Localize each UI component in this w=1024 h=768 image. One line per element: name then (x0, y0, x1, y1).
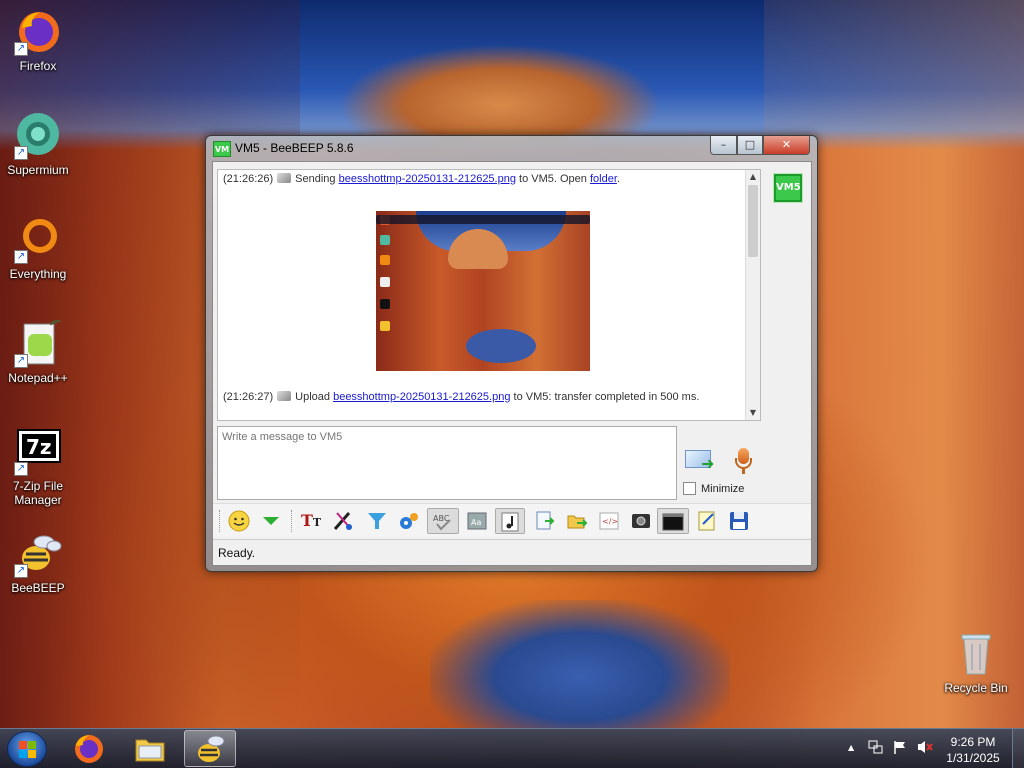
settings-gears-icon[interactable] (395, 508, 423, 534)
wallpaper-water (430, 600, 730, 728)
message-input[interactable] (222, 431, 662, 443)
file-transfer-icon (277, 173, 292, 183)
text-box-icon[interactable]: Aa (463, 508, 491, 534)
voice-message-button[interactable] (733, 446, 755, 474)
message-box[interactable] (217, 426, 677, 500)
users-sidebar: VM5 (765, 162, 811, 502)
green-down-arrow-icon[interactable] (257, 508, 285, 534)
taskbar: ▲ 9:26 PM 1/31/2025 (0, 728, 1024, 768)
recycle-bin-icon (952, 630, 1000, 678)
chat-line-sending: (21:26:26) Sending beesshottmp-20250131-2… (223, 173, 620, 185)
desktop-icon-beebeep[interactable]: ↗ BeeBEEP (0, 530, 76, 595)
minimize-button[interactable]: – (710, 136, 737, 155)
everything-icon: ↗ (14, 216, 62, 264)
toolbar-separator (219, 510, 221, 532)
volume-muted-icon[interactable] (916, 739, 934, 758)
desktop-icon-firefox[interactable]: ↗ Firefox (0, 8, 76, 73)
toolbar-separator (291, 510, 293, 532)
chat-log: (21:26:26) Sending beesshottmp-20250131-2… (217, 169, 761, 421)
scroll-thumb[interactable] (748, 185, 758, 257)
minimize-label: Minimize (701, 483, 745, 495)
send-message-button[interactable]: ➜ (685, 446, 717, 474)
save-icon[interactable] (725, 508, 753, 534)
desktop-icon-label: Notepad++ (8, 371, 68, 385)
code-icon[interactable]: </> (595, 508, 623, 534)
notes-icon[interactable] (693, 508, 721, 534)
emoticon-icon[interactable] (225, 508, 253, 534)
window-client-area: (21:26:26) Sending beesshottmp-20250131-2… (212, 161, 812, 566)
chat-line-upload: (21:26:27) Upload beesshottmp-20250131-21… (223, 391, 699, 403)
chat-text: Upload (295, 391, 331, 403)
clock-date: 1/31/2025 (946, 751, 1000, 765)
seven-zip-icon: 7z ↗ (14, 428, 62, 476)
svg-text:7z: 7z (26, 435, 52, 459)
color-pen-icon[interactable] (329, 508, 357, 534)
status-bar: Ready. (213, 539, 811, 565)
start-button[interactable] (7, 731, 47, 767)
beebeep-app-icon: VM (213, 141, 231, 157)
chat-timestamp: (21:26:27) (223, 391, 274, 403)
desktop-icon-label: Firefox (19, 59, 57, 73)
file-link[interactable]: beesshottmp-20250131-212625.png (333, 391, 510, 403)
action-center-flag-icon[interactable] (892, 739, 908, 758)
desktop-icon-notepadpp[interactable]: ↗ Notepad++ (0, 318, 76, 385)
send-arrow-icon: ➜ (701, 454, 715, 473)
desktop-icon-supermium[interactable]: ↗ Supermium (0, 112, 76, 177)
title-bar[interactable]: VM VM5 - BeeBEEP 5.8.6 – □ ✕ (206, 136, 817, 160)
scroll-down-icon[interactable]: ▼ (746, 406, 760, 420)
chat-timestamp: (21:26:26) (223, 173, 274, 185)
beebeep-chat-window: VM VM5 - BeeBEEP 5.8.6 – □ ✕ (21:26:26) S… (205, 135, 818, 572)
chat-text: . (616, 173, 620, 185)
show-desktop-button[interactable] (1012, 729, 1024, 768)
screenshot-thumbnail[interactable] (376, 211, 590, 371)
clock-time: 9:26 PM (950, 735, 996, 749)
chat-text: Sending (295, 173, 336, 185)
user-vm5-button[interactable]: VM5 (774, 174, 802, 202)
status-text: Ready. (218, 546, 256, 560)
font-icon[interactable]: TT (297, 508, 325, 534)
bee-icon: ↗ (14, 530, 62, 578)
windows-logo-icon (19, 741, 37, 759)
send-file-icon[interactable] (531, 508, 559, 534)
scroll-up-icon[interactable]: ▲ (746, 170, 760, 184)
taskbar-file-explorer[interactable] (124, 730, 176, 767)
desktop-icon-7zip[interactable]: 7z ↗ 7-Zip File Manager (0, 428, 76, 507)
minimize-checkbox[interactable] (683, 482, 696, 495)
taskbar-beebeep[interactable] (184, 730, 236, 767)
taskbar-firefox[interactable] (62, 730, 114, 767)
notepad-plus-plus-icon: ↗ (14, 318, 62, 368)
network-icon[interactable] (868, 739, 884, 758)
file-link[interactable]: beesshottmp-20250131-212625.png (339, 173, 516, 185)
chat-toolbar: TT ABC Aa </> (213, 503, 811, 537)
music-note-icon[interactable] (495, 508, 525, 534)
filter-icon[interactable] (363, 508, 391, 534)
maximize-button[interactable]: □ (737, 136, 763, 155)
chat-text: to VM5: transfer completed in 500 ms. (513, 391, 700, 403)
file-transfer-icon (277, 391, 292, 401)
window-title: VM5 - BeeBEEP 5.8.6 (235, 141, 354, 155)
chat-text: to VM5. Open (519, 173, 587, 185)
desktop-icon-everything[interactable]: ↗ Everything (0, 216, 76, 281)
spellcheck-icon[interactable]: ABC (427, 508, 459, 534)
desktop-icon-label: BeeBEEP (11, 581, 65, 595)
chat-scrollbar[interactable]: ▲ ▼ (745, 170, 760, 420)
supermium-icon: ↗ (14, 112, 62, 160)
desktop-icon-label: Everything (9, 267, 67, 281)
desktop-icon-label: Recycle Bin (944, 681, 1008, 695)
desktop-icon-label: 7-Zip File Manager (12, 479, 63, 507)
minimize-checkbox-row[interactable]: Minimize (683, 482, 744, 495)
show-hidden-icons-button[interactable]: ▲ (848, 743, 854, 752)
close-button[interactable]: ✕ (763, 136, 810, 155)
open-folder-link[interactable]: folder (590, 173, 617, 185)
svg-text:</>: </> (602, 517, 618, 526)
taskbar-clock[interactable]: 9:26 PM 1/31/2025 (935, 734, 1011, 766)
screenshot-icon[interactable] (627, 508, 655, 534)
desktop-icon-label: Supermium (7, 163, 69, 177)
desktop-icon-recycle-bin[interactable]: Recycle Bin (936, 630, 1016, 695)
firefox-icon: ↗ (14, 8, 62, 56)
send-folder-icon[interactable] (563, 508, 591, 534)
terminal-icon[interactable] (657, 508, 689, 534)
svg-text:Aa: Aa (471, 518, 481, 527)
